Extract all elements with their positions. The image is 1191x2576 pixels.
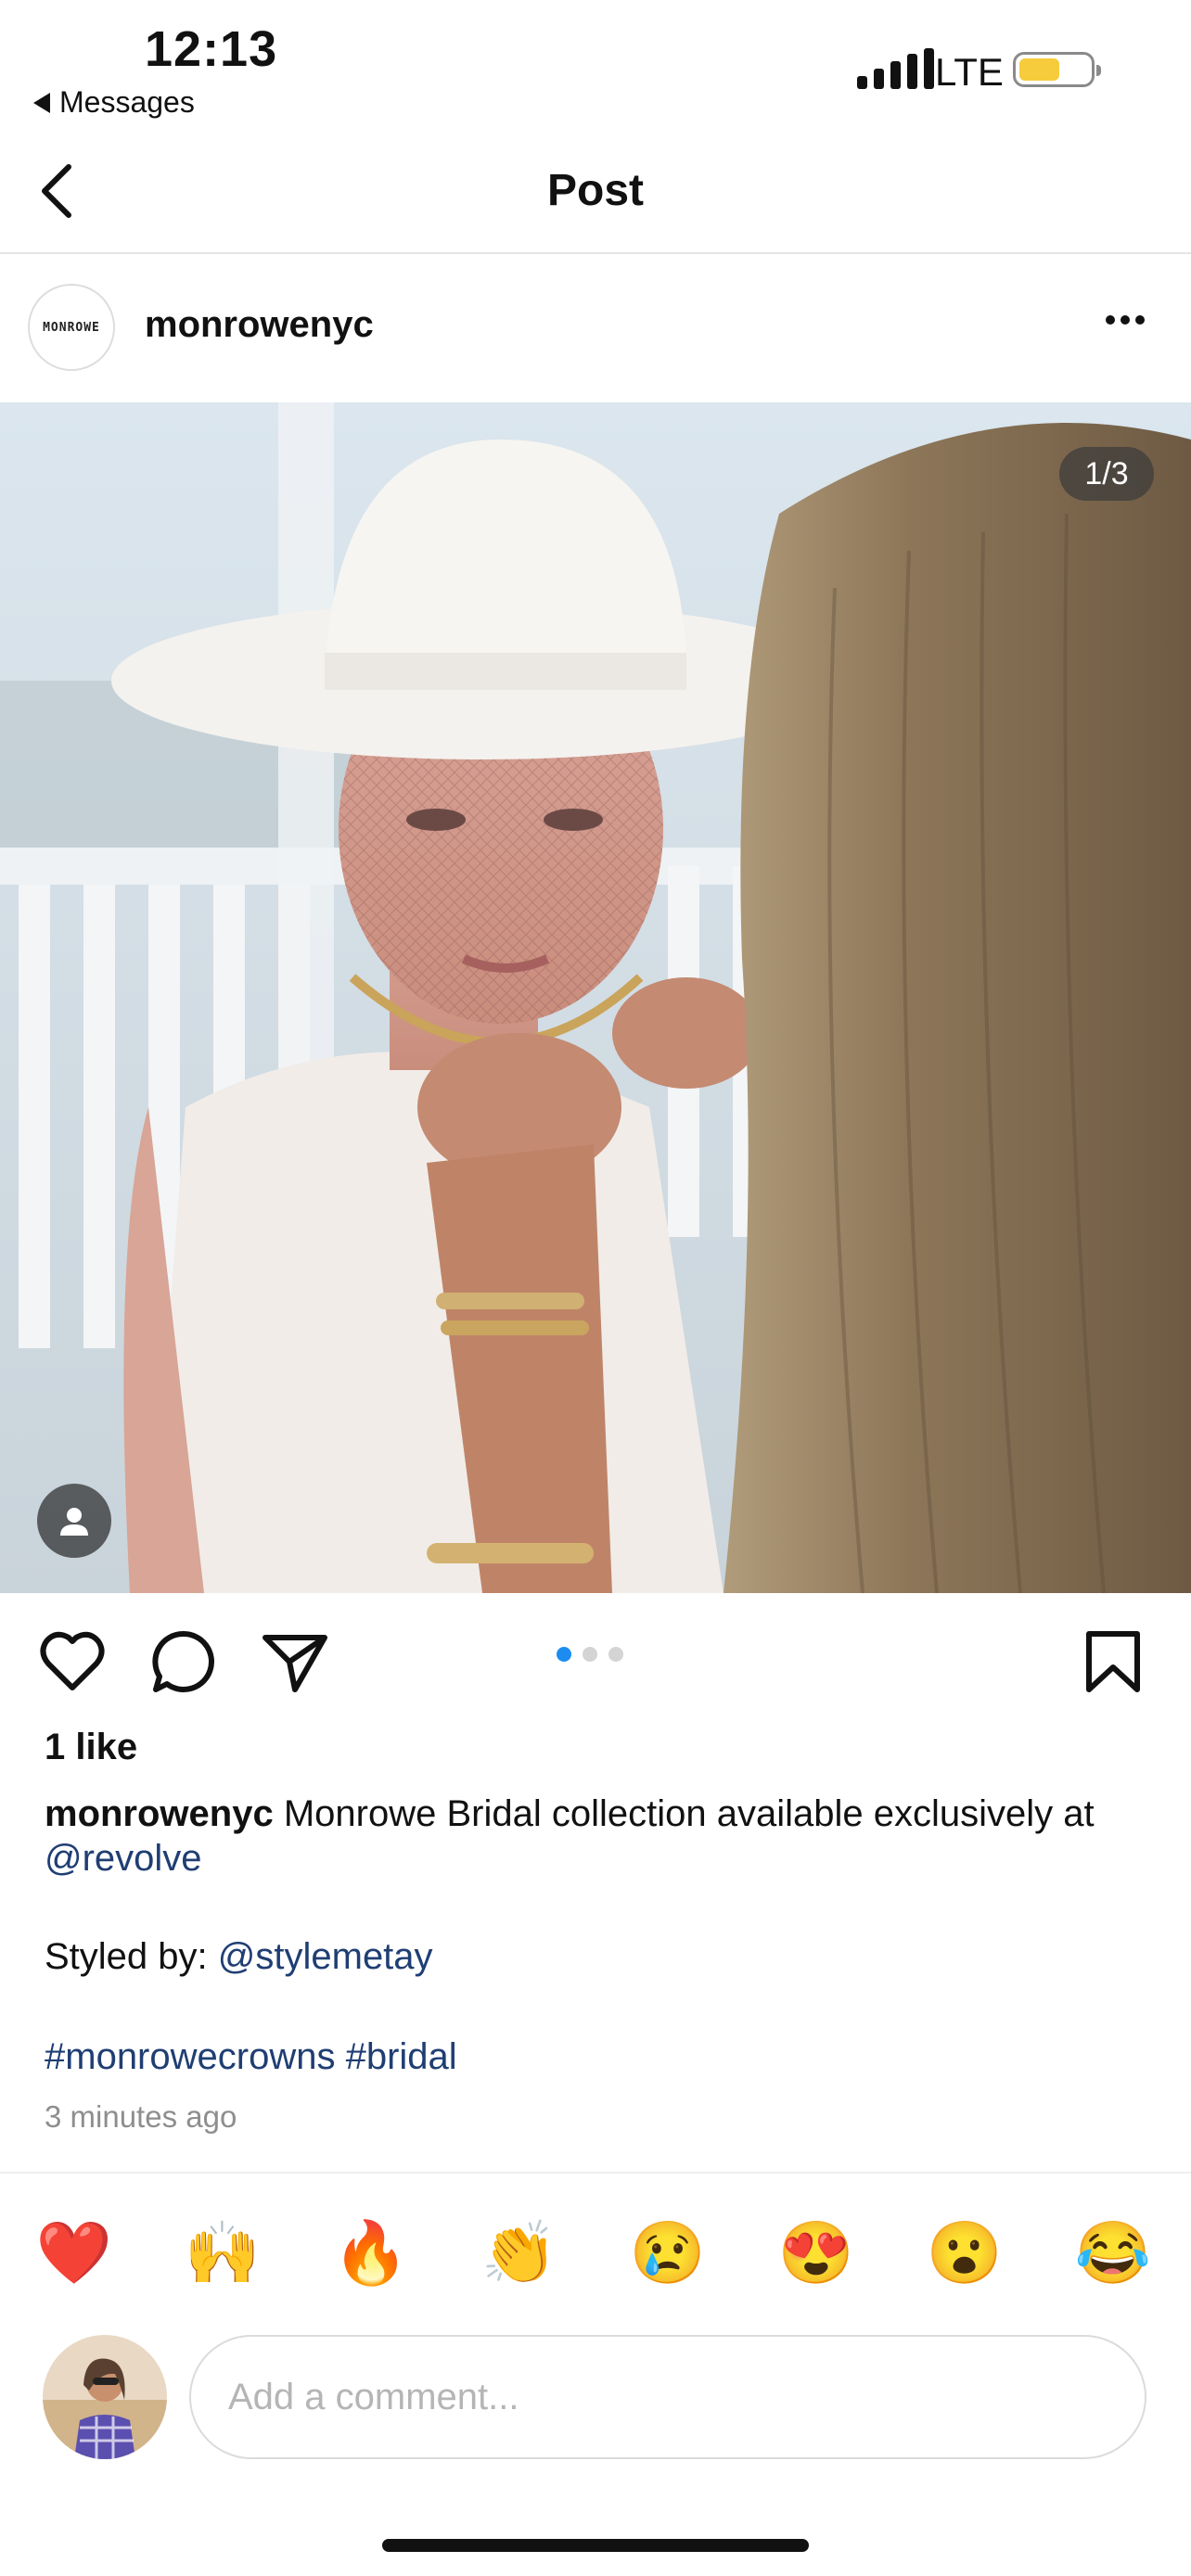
post-timestamp: 3 minutes ago	[45, 2099, 237, 2134]
post-caption: monrowenyc Monrowe Bridal collection ava…	[45, 1792, 1148, 1881]
battery-fill	[1019, 58, 1059, 81]
back-app-label: Messages	[59, 85, 195, 119]
caption-divider	[0, 2172, 1191, 2174]
carousel-dot	[608, 1647, 623, 1662]
save-bookmark-icon[interactable]	[1076, 1625, 1150, 1699]
more-options-icon[interactable]	[1106, 315, 1145, 325]
hashtag[interactable]: #monrowecrowns	[45, 2036, 335, 2077]
author-username[interactable]: monrowenyc	[145, 304, 374, 346]
share-paper-plane-icon[interactable]	[258, 1625, 332, 1699]
carousel-dot	[583, 1647, 597, 1662]
comment-field[interactable]	[189, 2335, 1146, 2459]
hashtags-line: #monrowecrowns #bridal	[45, 2036, 457, 2078]
avatar-logo-text: MONROWE	[43, 320, 100, 335]
styled-by-mention[interactable]: @stylemetay	[218, 1936, 433, 1977]
raising-hands-reaction[interactable]: 🙌	[176, 2211, 269, 2294]
cellular-signal-icon	[857, 48, 934, 89]
network-type: LTE	[935, 50, 1004, 94]
carousel-dot	[557, 1647, 571, 1662]
hashtag[interactable]: #bridal	[346, 2036, 457, 2077]
caption-author[interactable]: monrowenyc	[45, 1793, 274, 1834]
clapping-hands-reaction[interactable]: 👏	[473, 2211, 566, 2294]
header-divider	[0, 252, 1191, 254]
status-time: 12:13	[145, 21, 278, 77]
current-user-avatar[interactable]	[43, 2335, 167, 2459]
fire-reaction[interactable]: 🔥	[325, 2211, 417, 2294]
back-chevron-icon[interactable]	[32, 158, 87, 224]
image-counter: 1/3	[1059, 447, 1154, 501]
tears-of-joy-reaction[interactable]: 😂	[1067, 2211, 1159, 2294]
caption-text: Monrowe Bridal collection available excl…	[283, 1793, 1095, 1834]
page-title: Post	[546, 166, 644, 215]
like-count[interactable]: 1 like	[45, 1727, 137, 1768]
styled-by-label: Styled by:	[45, 1936, 218, 1977]
comment-bubble-icon[interactable]	[147, 1625, 221, 1699]
crying-face-reaction[interactable]: 😢	[621, 2211, 714, 2294]
back-triangle-icon	[33, 92, 50, 113]
like-heart-icon[interactable]	[35, 1625, 109, 1699]
red-heart-reaction[interactable]: ❤️	[28, 2211, 121, 2294]
comment-input[interactable]	[226, 2375, 1057, 2419]
carousel-indicator	[557, 1647, 623, 1662]
caption-mention[interactable]: @revolve	[45, 1838, 202, 1879]
heart-eyes-reaction[interactable]: 😍	[770, 2211, 863, 2294]
tagged-people-button[interactable]	[37, 1484, 111, 1558]
styled-by-line: Styled by: @stylemetay	[45, 1936, 433, 1978]
person-icon	[60, 1508, 88, 1536]
surprised-face-reaction[interactable]: 😮	[918, 2211, 1011, 2294]
back-to-messages-link[interactable]: Messages	[33, 85, 195, 120]
battery-icon	[1013, 52, 1101, 87]
home-indicator[interactable]	[382, 2539, 809, 2552]
post-image[interactable]	[0, 402, 1191, 1593]
quick-reactions-bar: ❤️ 🙌 🔥 👏 😢 😍 😮 😂	[28, 2211, 1159, 2294]
author-avatar[interactable]: MONROWE	[28, 284, 115, 371]
post-photo-illustration	[0, 402, 1191, 1593]
